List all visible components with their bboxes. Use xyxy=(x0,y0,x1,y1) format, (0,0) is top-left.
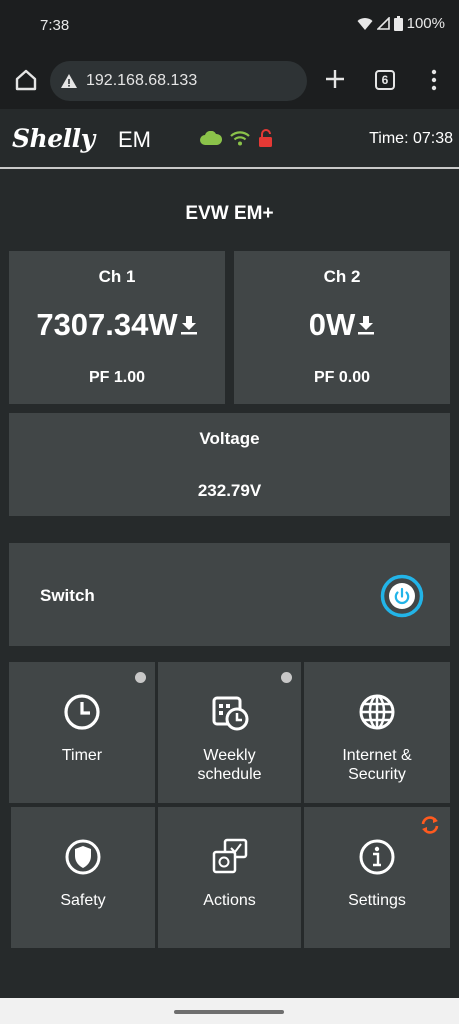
browser-toolbar: 192.168.68.133 6 xyxy=(0,52,459,109)
channel-1-power: 7307.34W xyxy=(36,307,178,342)
cell-signal-icon xyxy=(376,17,390,30)
internet-security-label-line2: Security xyxy=(348,766,406,783)
settings-tile[interactable]: Settings xyxy=(304,807,450,948)
device-title: EVW EM+ xyxy=(185,203,274,224)
header-status-icons xyxy=(200,129,274,147)
battery-percent: 100% xyxy=(406,15,445,32)
weekly-schedule-tile[interactable]: Weekly schedule xyxy=(158,662,301,803)
logo-suffix: EM xyxy=(118,127,151,152)
header-time: Time: 07:38 xyxy=(369,130,453,147)
wifi-signal-icon xyxy=(357,17,373,30)
shelly-logo: Shelly xyxy=(12,124,95,153)
timer-label: Timer xyxy=(61,747,103,764)
voltage-card: Voltage 232.79V xyxy=(9,413,450,516)
globe-icon xyxy=(359,694,395,730)
download-arrow-icon xyxy=(358,316,375,335)
status-dot xyxy=(281,672,292,683)
download-arrow-icon xyxy=(180,316,197,335)
url-text[interactable]: 192.168.68.133 xyxy=(86,72,197,90)
shield-icon xyxy=(65,839,101,875)
navigation-bar xyxy=(0,998,459,1024)
new-tab-icon[interactable] xyxy=(322,66,348,92)
switch-label: Switch xyxy=(40,586,95,605)
status-indicators: 100% xyxy=(357,15,445,32)
safety-label: Safety xyxy=(60,892,106,909)
tab-count: 6 xyxy=(381,73,389,87)
status-time: 7:38 xyxy=(40,17,70,34)
gesture-handle[interactable] xyxy=(174,1010,284,1014)
update-available-icon xyxy=(421,816,439,834)
safety-tile[interactable]: Safety xyxy=(11,807,155,948)
tab-switcher-button[interactable]: 6 xyxy=(375,70,395,90)
battery-icon xyxy=(393,16,403,31)
app-header: Shelly EM Time: 07:38 xyxy=(0,109,459,169)
channel-1-label: Ch 1 xyxy=(98,267,136,286)
switch-card: Switch xyxy=(9,543,450,646)
url-bar[interactable]: 192.168.68.133 xyxy=(50,61,307,101)
channel-1-pf: PF 1.00 xyxy=(88,369,146,386)
status-dot xyxy=(135,672,146,683)
home-icon[interactable] xyxy=(12,66,40,94)
warning-icon[interactable] xyxy=(60,73,78,89)
channel-1-card[interactable]: Ch 1 7307.34W PF 1.00 xyxy=(9,251,225,404)
internet-security-tile[interactable]: Internet & Security xyxy=(304,662,450,803)
channel-2-power: 0W xyxy=(308,307,356,342)
settings-label: Settings xyxy=(348,892,406,909)
power-toggle-button[interactable] xyxy=(380,574,424,618)
actions-icon xyxy=(212,838,247,874)
channel-2-label: Ch 2 xyxy=(323,267,361,286)
weekly-schedule-label-line1: Weekly xyxy=(203,747,256,764)
unlocked-icon xyxy=(259,129,272,147)
more-menu-icon[interactable] xyxy=(428,68,440,92)
cloud-icon xyxy=(200,131,222,145)
weekly-schedule-label-line2: schedule xyxy=(197,766,262,783)
internet-security-label-line1: Internet & xyxy=(342,747,412,764)
wifi-icon xyxy=(230,131,250,146)
info-icon xyxy=(359,839,395,875)
schedule-icon xyxy=(212,696,248,731)
actions-tile[interactable]: Actions xyxy=(158,807,301,948)
channel-2-card[interactable]: Ch 2 0W PF 0.00 xyxy=(234,251,450,404)
timer-tile[interactable]: Timer xyxy=(9,662,155,803)
voltage-value: 232.79V xyxy=(197,481,262,500)
voltage-label: Voltage xyxy=(199,429,260,448)
actions-label: Actions xyxy=(203,892,256,909)
clock-icon xyxy=(64,694,100,730)
channel-2-pf: PF 0.00 xyxy=(313,369,371,386)
status-bar: 7:38 100% xyxy=(0,0,459,52)
